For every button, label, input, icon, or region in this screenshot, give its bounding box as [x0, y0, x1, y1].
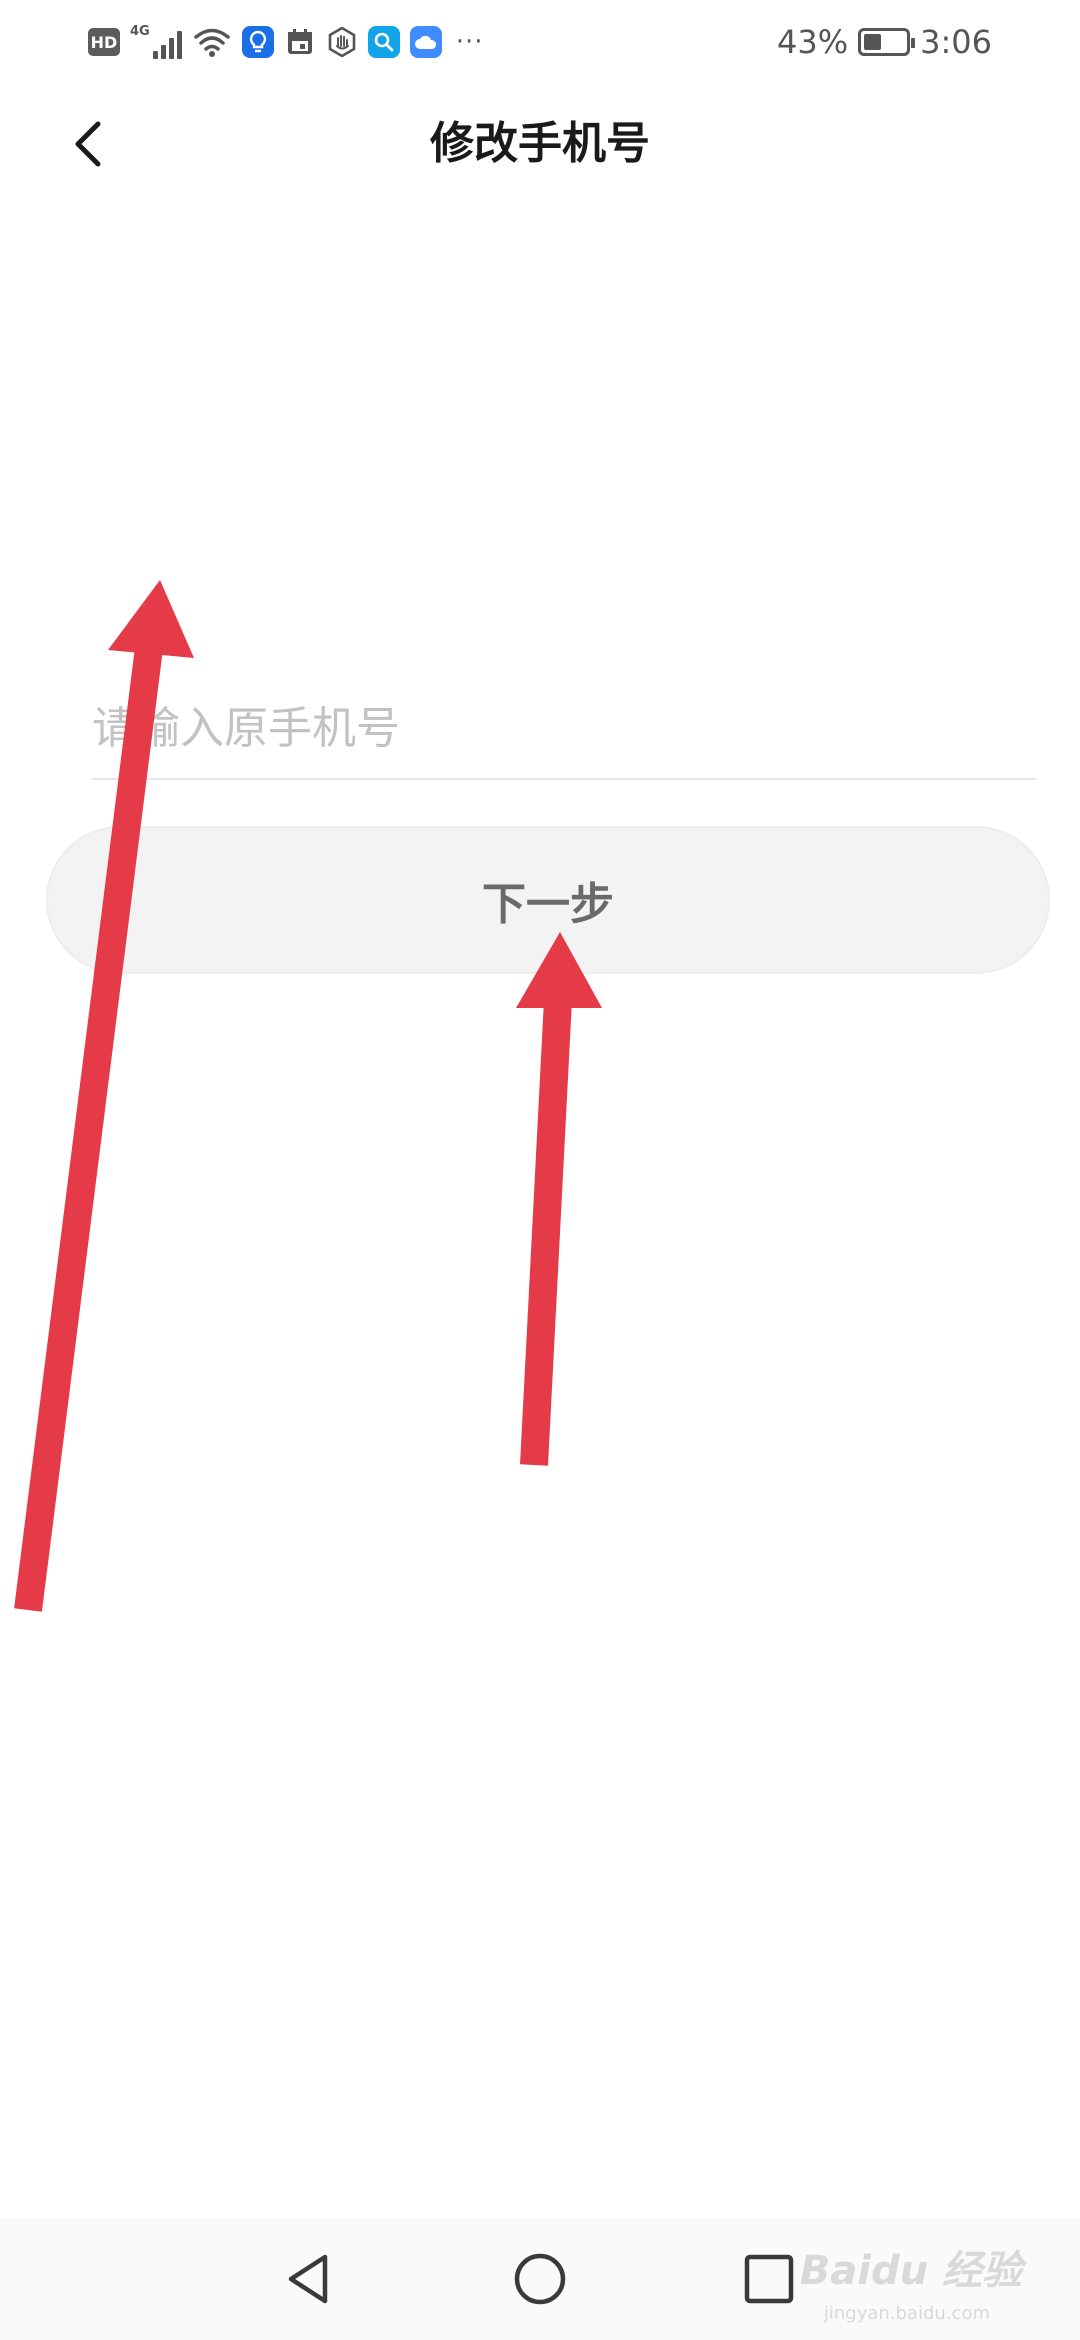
cellular-signal-icon: 4G — [130, 25, 182, 59]
battery-percent: 43% — [777, 23, 849, 61]
circle-home-icon — [514, 2253, 566, 2305]
triangle-back-icon — [288, 2254, 328, 2304]
clock-time: 3:06 — [920, 23, 992, 61]
wifi-icon — [193, 28, 230, 57]
system-navigation-bar: Baidu 经验 jingyan.baidu.com — [0, 2218, 1080, 2340]
annotation-arrows — [14, 580, 602, 1612]
calendar-app-icon — [284, 26, 316, 58]
phone-input-container — [92, 680, 1036, 780]
page-title: 修改手机号 — [430, 118, 650, 169]
battery-level-fill — [864, 34, 882, 50]
search-app-icon — [367, 26, 400, 58]
annotation-arrow-next-button — [516, 932, 602, 1466]
status-icons-right: 43% 3:06 — [777, 20, 992, 64]
status-icons-left: HD 4G ··· — [88, 20, 484, 64]
app-header: 修改手机号 — [0, 84, 1080, 210]
network-type-label: 4G — [130, 24, 150, 39]
nav-back-button[interactable] — [266, 2236, 352, 2322]
original-phone-input[interactable] — [92, 680, 1036, 776]
cloud-app-icon — [409, 26, 442, 58]
lightbulb-app-icon — [241, 26, 274, 58]
battery-icon — [858, 28, 916, 56]
more-notifications-icon: ··· — [455, 27, 484, 57]
nav-home-button[interactable] — [497, 2236, 583, 2322]
status-bar: HD 4G ··· 43% 3:06 — [0, 0, 1080, 84]
next-step-button[interactable]: 下一步 — [46, 826, 1050, 974]
hand-app-icon — [326, 26, 358, 58]
baidu-watermark: Baidu 经验 — [799, 2248, 1022, 2294]
watermark-url: jingyan.baidu.com — [823, 2303, 990, 2324]
hd-badge: HD — [88, 28, 120, 56]
signal-bars — [152, 29, 182, 59]
square-recents-icon — [744, 2254, 794, 2304]
